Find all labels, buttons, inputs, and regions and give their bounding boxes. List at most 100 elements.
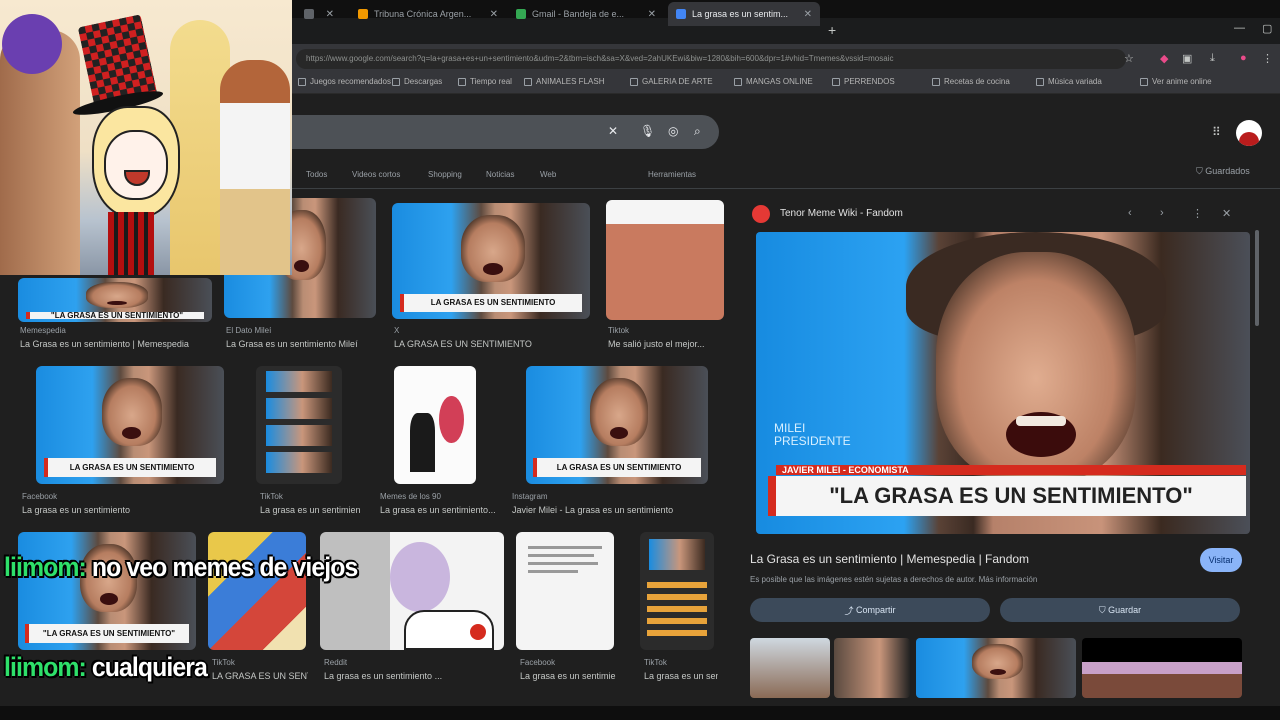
new-tab-button[interactable]: +: [828, 22, 836, 38]
tab-1[interactable]: Tribuna Crónica Argen... ✕: [350, 2, 506, 26]
download-icon[interactable]: ⤓: [1210, 52, 1215, 65]
result-title[interactable]: La Grasa es un sentimiento | Memespedia: [20, 339, 214, 349]
result-image[interactable]: LA GRASA ES UN SENTIMIENTO: [392, 203, 590, 319]
result-title[interactable]: La Grasa es un sentimiento Mileí: [226, 339, 376, 349]
menu-icon[interactable]: ⋮: [1262, 52, 1273, 65]
bookmark-item[interactable]: Descargas: [392, 77, 442, 86]
bookmark-icon: [298, 77, 306, 86]
sidepanel-icon[interactable]: ▣: [1182, 52, 1192, 65]
bookmark-item[interactable]: MANGAS ONLINE: [734, 77, 813, 86]
result-title[interactable]: La grasa es un sentimiento...: [380, 505, 500, 515]
search-icon[interactable]: ⌕: [694, 124, 701, 139]
tab-2[interactable]: Gmail - Bandeja de e... ✕: [508, 2, 664, 26]
tab-3-active[interactable]: La grasa es un sentim... ✕: [668, 2, 820, 26]
screen: ✕ Tribuna Crónica Argen... ✕ Gmail - Ban…: [0, 0, 1280, 720]
clear-icon[interactable]: ✕: [608, 124, 618, 138]
related-image[interactable]: [1082, 638, 1242, 698]
folder-icon: [734, 77, 742, 86]
related-image[interactable]: [750, 638, 830, 698]
result-title[interactable]: LA GRASA ES UN SENTIMIENTO: [212, 671, 308, 681]
share-button[interactable]: ⤴ Compartir: [750, 598, 990, 622]
close-icon[interactable]: ✕: [804, 9, 812, 20]
bookmark-item[interactable]: GALERIA DE ARTE: [630, 77, 713, 86]
result-image[interactable]: [640, 532, 714, 650]
result-source: Memes de los 90: [380, 492, 441, 501]
profile-icon[interactable]: ●: [1240, 52, 1247, 64]
avatar[interactable]: [1236, 120, 1262, 146]
apps-icon[interactable]: ⠿: [1212, 125, 1221, 139]
result-title[interactable]: La grasa es un sentimiento: [644, 671, 718, 681]
mic-icon[interactable]: 🎙: [640, 124, 655, 138]
result-image[interactable]: [320, 532, 504, 650]
minimize-icon[interactable]: —: [1234, 22, 1245, 34]
google-icon: [676, 9, 686, 19]
result-title[interactable]: La grasa es un sentimiento: [520, 671, 616, 681]
chat-message: liimom: cualquiera: [4, 652, 208, 683]
tab-pinned[interactable]: ✕: [296, 2, 342, 26]
filter-short-videos[interactable]: Videos cortos: [352, 170, 400, 179]
bookmark-item[interactable]: Música variada: [1036, 77, 1102, 86]
headline-caption: "LA GRASA ES UN SENTIMIENTO": [768, 476, 1246, 516]
panel-title[interactable]: La Grasa es un sentimiento | Memespedia …: [750, 552, 1029, 566]
bookmark-item[interactable]: Tiempo real: [458, 77, 512, 86]
close-icon[interactable]: ✕: [1222, 207, 1231, 220]
result-image[interactable]: [606, 200, 724, 320]
result-source: Instagram: [512, 492, 548, 501]
preview-image[interactable]: MILEI PRESIDENTE JAVIER MILEI - ECONOMIS…: [756, 232, 1250, 534]
thumbnail: [266, 397, 332, 420]
more-icon[interactable]: ⋮: [1192, 207, 1203, 220]
tab-label: La grasa es un sentim...: [692, 9, 789, 19]
result-image[interactable]: [516, 532, 614, 650]
address-bar[interactable]: https://www.google.com/search?q=la+grasa…: [296, 49, 1126, 69]
save-button[interactable]: ⛉ Guardar: [1000, 598, 1240, 622]
maximize-icon[interactable]: ▢: [1262, 22, 1272, 35]
bookmark-item[interactable]: ANIMALES FLASH: [524, 77, 604, 86]
result-title[interactable]: Javier Milei - La grasa es un sentimient…: [512, 505, 716, 515]
folder-icon: [458, 77, 466, 86]
saved-label: Guardados: [1205, 166, 1250, 176]
folder-icon: [524, 77, 532, 86]
result-title[interactable]: La grasa es un sentimiento ...: [324, 671, 504, 681]
text-line: [528, 570, 578, 573]
panel-source[interactable]: Tenor Meme Wiki - Fandom: [780, 208, 903, 219]
result-image[interactable]: LA GRASA ES UN SENTIMIENTO: [526, 366, 708, 484]
result-source: Reddit: [324, 658, 348, 667]
close-icon[interactable]: ✕: [490, 9, 498, 20]
tools-button[interactable]: Herramientas: [648, 170, 696, 179]
result-image[interactable]: [208, 532, 306, 650]
close-icon[interactable]: ✕: [648, 9, 656, 20]
result-image[interactable]: "LA GRASA ES UN SENTIMIENTO": [18, 532, 196, 650]
chevron-left-icon[interactable]: ‹: [1128, 207, 1132, 219]
related-image[interactable]: [834, 638, 910, 698]
scrollbar[interactable]: [1255, 230, 1259, 326]
bookmark-item[interactable]: Juegos recomendados: [298, 77, 391, 86]
bookmark-item[interactable]: PERRENDOS: [832, 77, 895, 86]
result-image[interactable]: LA GRASA ES UN SENTIMIENTO: [36, 366, 224, 484]
filter-shopping[interactable]: Shopping: [428, 170, 462, 179]
bookmark-item[interactable]: Ver anime online: [1140, 77, 1212, 86]
result-title[interactable]: LA GRASA ES UN SENTIMIENTO: [394, 339, 590, 349]
star-icon[interactable]: ☆: [1124, 52, 1134, 65]
result-image[interactable]: "LA GRASA ES UN SENTIMIENTO": [18, 278, 212, 322]
visit-button[interactable]: Visitar: [1200, 548, 1242, 572]
result-image[interactable]: [394, 366, 476, 484]
extension-icon[interactable]: ◆: [1160, 52, 1168, 65]
lens-icon[interactable]: ◎: [668, 124, 678, 138]
related-image[interactable]: [916, 638, 1076, 698]
fandom-icon: [752, 205, 770, 223]
filter-web[interactable]: Web: [540, 170, 556, 179]
bookmark-item[interactable]: Recetas de cocina: [932, 77, 1010, 86]
result-title[interactable]: Me salió justo el mejor...: [608, 339, 724, 349]
mouth: [1006, 412, 1076, 457]
result-image[interactable]: [256, 366, 342, 484]
result-title[interactable]: La grasa es un sentimiento: [260, 505, 360, 515]
logo: [470, 624, 486, 640]
bookmark-label: Tiempo real: [470, 77, 512, 86]
filter-all[interactable]: Todos: [306, 170, 327, 179]
chevron-right-icon[interactable]: ›: [1160, 207, 1164, 219]
close-icon[interactable]: ✕: [326, 9, 334, 20]
result-source: El Dato Mileí: [226, 326, 272, 335]
filter-news[interactable]: Noticias: [486, 170, 514, 179]
result-title[interactable]: La grasa es un sentimiento: [22, 505, 222, 515]
saved-button[interactable]: ⛉ Guardados: [1196, 166, 1250, 177]
